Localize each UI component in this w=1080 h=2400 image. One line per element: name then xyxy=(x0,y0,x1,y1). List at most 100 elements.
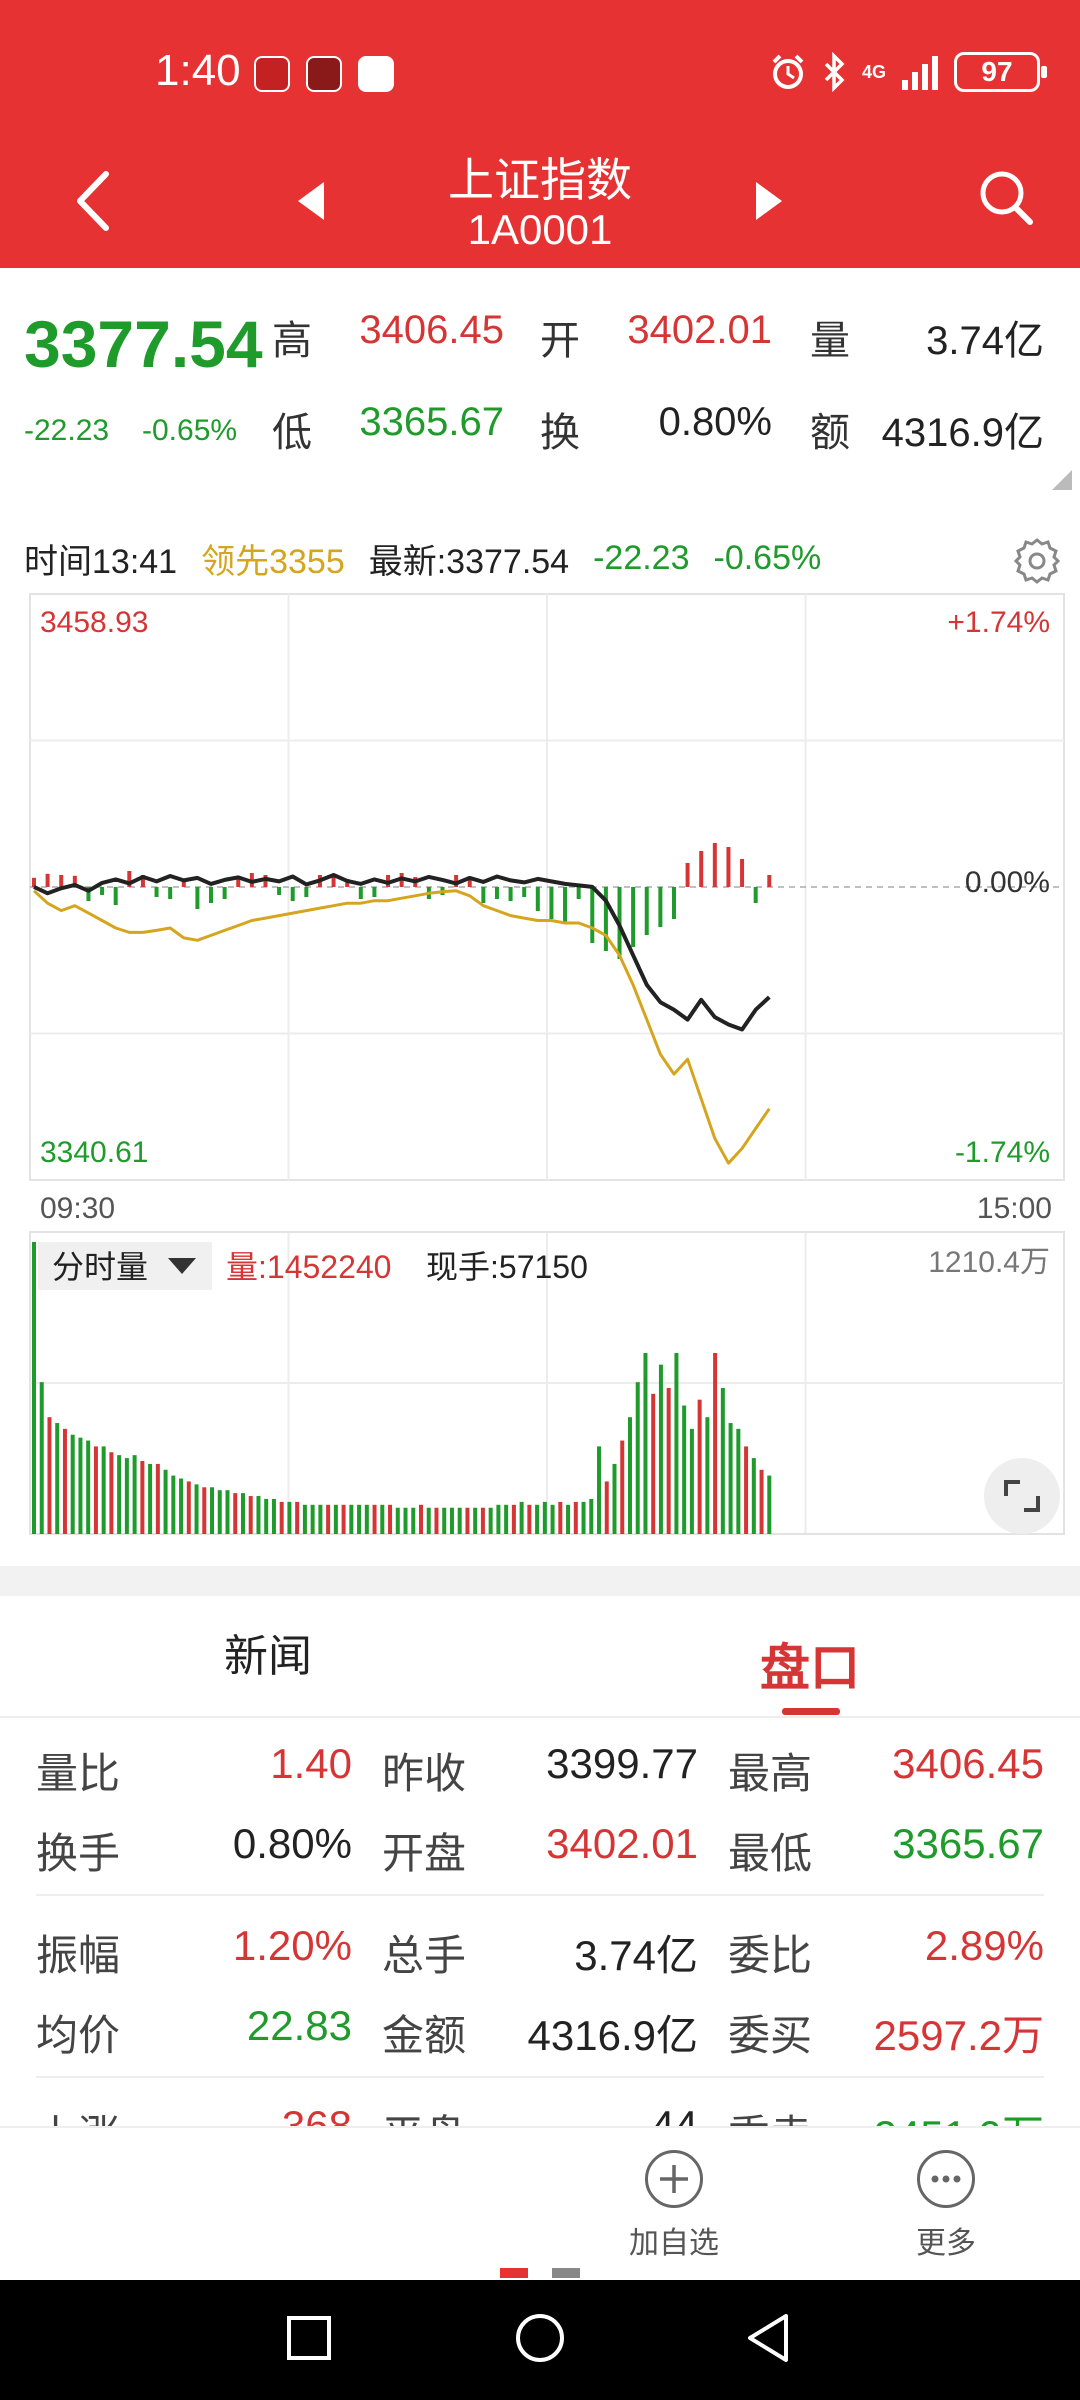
sell-bar xyxy=(222,887,227,899)
next-index-icon[interactable] xyxy=(752,178,786,224)
volume-bar xyxy=(155,1463,160,1534)
buy-bar xyxy=(331,877,336,887)
price-change-pct: -0.65% xyxy=(142,414,238,447)
low-label: 低 xyxy=(272,411,312,455)
section-separator xyxy=(0,1566,1080,1596)
status-time: 1:40 xyxy=(155,46,241,95)
stat-value: 3399.77 xyxy=(546,1740,698,1787)
more-button[interactable]: 更多 xyxy=(866,2150,1026,2262)
volume-bar xyxy=(767,1475,772,1534)
volume-bar xyxy=(225,1490,230,1534)
stat-label: 最高 xyxy=(728,1750,813,1797)
volume-bar xyxy=(271,1498,276,1534)
sell-bar xyxy=(154,887,159,897)
expand-corner-icon[interactable] xyxy=(1052,470,1072,490)
stat-label: 均价 xyxy=(36,2012,121,2059)
volume-bar xyxy=(179,1478,184,1534)
search-icon[interactable] xyxy=(976,166,1036,230)
volume-bar xyxy=(395,1507,400,1534)
tab-order-book[interactable]: 盘口 xyxy=(760,1628,860,1700)
volume-bar xyxy=(426,1507,431,1534)
volume-bar xyxy=(449,1507,454,1534)
signal-icon xyxy=(902,56,938,90)
volume-bar xyxy=(751,1458,756,1534)
volume-bar xyxy=(295,1501,300,1534)
volume-bar xyxy=(728,1423,733,1534)
sell-bar xyxy=(209,887,214,903)
volume-bar xyxy=(713,1352,718,1534)
stat-value: 22.83 xyxy=(246,2002,352,2049)
volume-bar xyxy=(612,1463,617,1534)
sell-bar xyxy=(671,887,676,919)
network-type: 4G xyxy=(861,62,886,82)
stat-label: 振幅 xyxy=(36,1932,121,1979)
volume-bar xyxy=(457,1507,462,1534)
sell-bar xyxy=(549,887,554,919)
add-watchlist-button[interactable]: 加自选 xyxy=(594,2150,754,2262)
volume-bar xyxy=(589,1498,594,1534)
stat-label: 昨收 xyxy=(382,1750,467,1797)
status-icons: 4G 97 xyxy=(768,50,1047,94)
fullscreen-icon[interactable] xyxy=(984,1458,1060,1534)
turnover-value: 0.80% xyxy=(658,400,772,444)
sell-bar xyxy=(631,887,636,947)
volume-bar xyxy=(101,1446,106,1534)
low-value: 3365.67 xyxy=(359,400,504,444)
buy-bar xyxy=(726,847,731,887)
volume-bar xyxy=(86,1440,91,1534)
buy-bar xyxy=(712,843,717,887)
info-change-pct: -0.65% xyxy=(713,539,822,577)
stat-value: 3365.67 xyxy=(892,1820,1044,1867)
sell-bar xyxy=(658,887,663,927)
volume-bar xyxy=(403,1507,408,1534)
volume-bar xyxy=(287,1501,292,1534)
volume-bar xyxy=(604,1481,609,1534)
sell-bar xyxy=(372,887,377,897)
chart-settings-icon[interactable] xyxy=(1012,536,1062,586)
bluetooth-icon xyxy=(824,52,845,92)
volume-bar xyxy=(333,1504,338,1534)
stat-value: 2.89% xyxy=(924,1922,1044,1969)
volume-bar xyxy=(210,1487,215,1534)
volume-bar xyxy=(511,1504,516,1534)
stat-value: 3402.01 xyxy=(546,1820,698,1867)
sell-bar xyxy=(113,887,118,905)
sell-bar xyxy=(100,887,105,895)
volume-bar xyxy=(171,1475,176,1534)
back-nav-icon[interactable] xyxy=(742,2308,794,2368)
stat-label: 量比 xyxy=(36,1750,121,1797)
stats-divider xyxy=(36,2076,1044,2078)
volume-bar xyxy=(689,1428,694,1534)
amount-label: 额 xyxy=(810,411,850,455)
volume-bar xyxy=(558,1501,563,1534)
index-title: 上证指数 xyxy=(448,154,632,206)
tab-news[interactable]: 新闻 xyxy=(224,1620,312,1684)
volume-bar xyxy=(256,1496,261,1534)
volume-bar xyxy=(674,1352,679,1534)
volume-bar xyxy=(581,1501,586,1534)
volume-bar xyxy=(697,1399,702,1534)
volume-bar xyxy=(163,1469,168,1534)
volume-bar xyxy=(194,1484,199,1534)
recents-icon[interactable] xyxy=(284,2308,334,2368)
volume-label: 量 xyxy=(810,319,850,363)
stat-label: 开盘 xyxy=(382,1830,467,1877)
volume-bar xyxy=(39,1382,44,1534)
amount-value: 4316.9亿 xyxy=(881,411,1044,455)
pct-max-label: +1.74% xyxy=(947,606,1050,639)
bank-notification-icon xyxy=(306,56,342,92)
turnover-label: 换 xyxy=(540,411,580,455)
alarm-icon xyxy=(772,54,804,89)
home-icon[interactable] xyxy=(512,2308,568,2368)
volume-bar xyxy=(550,1504,555,1534)
battery-indicator: 97 xyxy=(954,52,1047,92)
high-value: 3406.45 xyxy=(359,308,504,352)
volume-bar xyxy=(186,1481,191,1534)
info-latest: 最新:3377.54 xyxy=(368,543,570,581)
volume-bar xyxy=(364,1504,369,1534)
stat-label: 平盘 xyxy=(382,2102,466,2128)
intraday-chart[interactable]: 3458.93 +1.74% 0.00% 3340.61 -1.74% 09:3… xyxy=(0,590,1080,1550)
volume-bar xyxy=(380,1504,385,1534)
stat-label: 金额 xyxy=(382,2012,467,2059)
sell-bar xyxy=(277,887,282,895)
